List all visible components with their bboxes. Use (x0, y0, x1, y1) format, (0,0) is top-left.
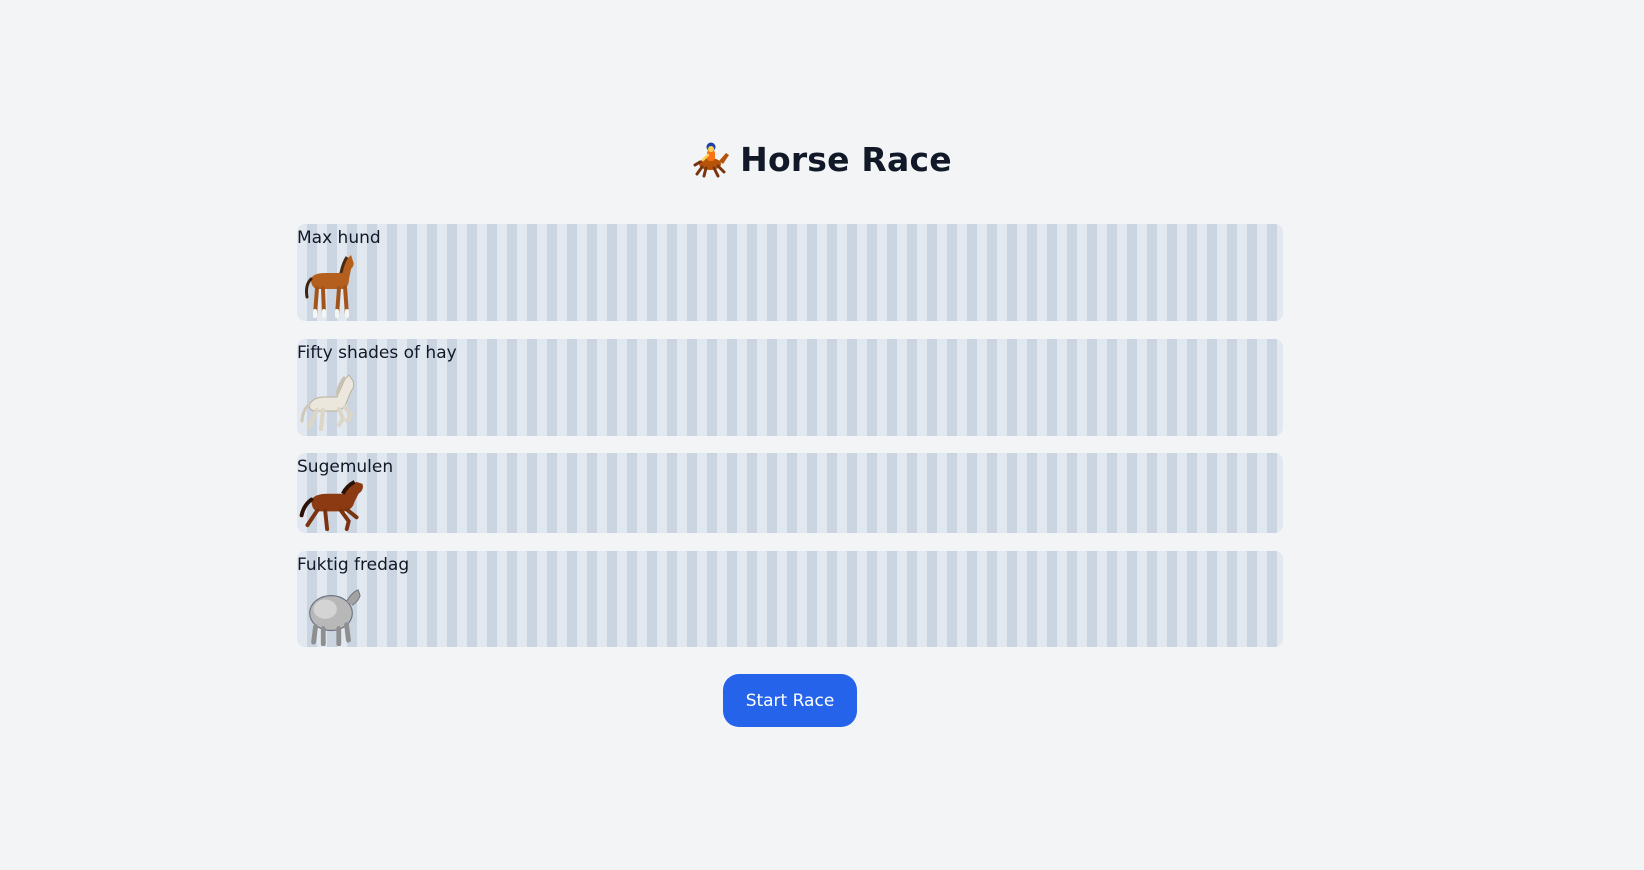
race-track-2: Fifty shades of hay (297, 339, 1283, 436)
page-title: Horse Race (0, 138, 1644, 182)
race-track-3: Sugemulen (297, 453, 1283, 533)
horse-name-label: Fuktig fredag (297, 555, 410, 575)
grey-pony-icon (309, 589, 361, 646)
white-horse-icon (300, 374, 355, 431)
chestnut-horse-icon (299, 480, 363, 532)
race-track-4: Fuktig fredag (297, 551, 1283, 647)
horse-name-label: Sugemulen (297, 457, 394, 477)
race-track-1: Max hund (297, 224, 1283, 321)
brown-horse-icon (305, 255, 354, 318)
horse-name-label: Fifty shades of hay (297, 343, 457, 363)
horse-name-label: Max hund (297, 228, 381, 248)
page-title-text: Horse Race (740, 140, 952, 179)
start-race-button[interactable]: Start Race (723, 674, 857, 727)
horse-racing-emoji (693, 142, 730, 178)
